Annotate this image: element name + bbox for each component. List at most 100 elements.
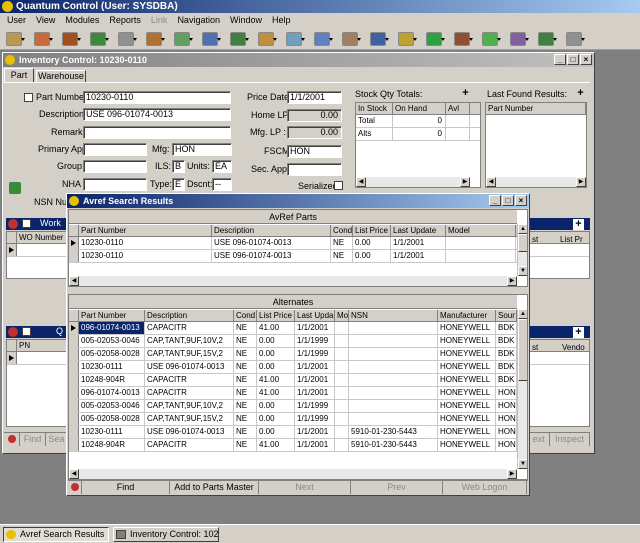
row-selector[interactable] <box>7 244 17 256</box>
row-selector[interactable] <box>69 335 79 347</box>
tab-warehouse[interactable]: Warehouse <box>36 70 86 82</box>
toolbar-tools-icon[interactable] <box>566 31 585 46</box>
toolbar-money-icon[interactable] <box>230 31 249 46</box>
pn-checkbox[interactable] <box>22 327 31 336</box>
mfg-field[interactable]: HON <box>172 143 232 156</box>
taskbar-avref-search[interactable]: Avref Search Results <box>3 526 109 542</box>
toolbar-invoice-icon[interactable] <box>398 31 417 46</box>
table-row[interactable]: 10230-0110 USE 096-01074-0013 NE 0.00 1/… <box>69 250 517 263</box>
row-selector[interactable] <box>69 426 79 438</box>
toolbar-doc-icon[interactable] <box>286 31 305 46</box>
table-row[interactable]: 10248-904R CAPACITR NE 41.00 1/1/2001 HONEYWE… <box>69 374 517 387</box>
toolbar-chart-icon[interactable] <box>202 31 221 46</box>
last-found-hscroll[interactable]: ◀ ▶ <box>486 177 586 187</box>
part-checkbox[interactable] <box>24 93 33 102</box>
table-row[interactable]: 005-02058-0028 CAP,TANT,9UF,15V,2 NE 0.00 1/… <box>69 348 517 361</box>
avref-vscroll[interactable]: ▲ ▼ <box>517 224 527 276</box>
toolbar-truck-icon[interactable] <box>314 31 333 46</box>
price-date-field[interactable]: 1/1/2001 <box>287 91 342 104</box>
row-selector[interactable] <box>69 387 79 399</box>
toolbar-report-icon[interactable] <box>510 31 529 46</box>
work-refresh-icon[interactable] <box>8 219 18 229</box>
type-field[interactable]: E <box>172 178 185 191</box>
toolbar-box-icon[interactable] <box>62 31 81 46</box>
row-selector[interactable] <box>69 322 79 334</box>
toolbar-crate-icon[interactable] <box>146 31 165 46</box>
minimize-button[interactable]: _ <box>489 195 501 206</box>
remarks-field[interactable] <box>83 126 231 139</box>
primary-app-field[interactable] <box>83 143 147 156</box>
table-row[interactable]: 005-02053-0046 CAP,TANT,9UF,10V,2 NE 0.00 1/… <box>69 400 517 413</box>
row-selector[interactable] <box>69 361 79 373</box>
inventory-find-button[interactable]: Find <box>20 433 46 446</box>
dscnt-field[interactable]: -- <box>212 178 232 191</box>
alternates-vscroll[interactable]: ▲ ▼ <box>517 309 527 469</box>
row-selector[interactable] <box>69 439 79 451</box>
menu-view[interactable]: View <box>31 13 60 28</box>
description-field[interactable]: USE 096-01074-0013 <box>83 108 231 121</box>
toolbar-parts-icon[interactable] <box>34 31 53 46</box>
close-button[interactable]: × <box>515 195 527 206</box>
web-logon-button[interactable]: Web Logon <box>443 481 527 494</box>
row-selector[interactable] <box>69 348 79 360</box>
stock-hscroll[interactable]: ◀ ▶ <box>356 177 470 187</box>
people-icon[interactable] <box>9 182 21 194</box>
maximize-button[interactable]: □ <box>567 54 579 65</box>
toolbar-folder-icon[interactable] <box>258 31 277 46</box>
table-row[interactable]: 005-02053-0046 CAP,TANT,9UF,10V,2 NE 0.00 1/… <box>69 335 517 348</box>
work-add-icon[interactable]: + <box>573 219 584 230</box>
sec-app-field[interactable] <box>287 163 342 176</box>
nha-field[interactable] <box>83 178 147 191</box>
inventory-next-button[interactable]: ext <box>528 433 550 446</box>
table-row[interactable]: 10248-904R CAPACITR NE 41.00 1/1/2001 5910-01… <box>69 439 517 452</box>
last-found-add-icon[interactable]: + <box>575 88 586 99</box>
alternates-hscroll[interactable]: ◀ ▶ <box>69 469 517 479</box>
toolbar-pin-icon[interactable] <box>538 31 557 46</box>
avref-next-button[interactable]: Next <box>259 481 351 494</box>
row-selector[interactable] <box>69 374 79 386</box>
tab-part[interactable]: Part <box>4 68 34 82</box>
row-selector[interactable] <box>7 352 17 364</box>
inventory-inspect-button[interactable]: Inspect <box>550 433 590 446</box>
table-row[interactable]: 10230-0110 USE 096-01074-0013 NE 0.00 1/… <box>69 237 517 250</box>
menu-reports[interactable]: Reports <box>104 13 146 28</box>
menu-link[interactable]: Link <box>146 13 173 28</box>
toolbar-contact-icon[interactable] <box>370 31 389 46</box>
inventory-search-button[interactable]: Sea <box>46 433 68 446</box>
toolbar-check-icon[interactable] <box>482 31 501 46</box>
table-row[interactable]: 096-01074-0013 CAPACITR NE 41.00 1/1/2001 HON… <box>69 387 517 400</box>
table-row[interactable]: 10230-0111 USE 096-01074-0013 NE 0.00 1/1/20… <box>69 361 517 374</box>
work-checkbox[interactable] <box>22 219 31 228</box>
toolbar-plane-icon[interactable] <box>174 31 193 46</box>
maximize-button[interactable]: □ <box>502 195 514 206</box>
stock-add-icon[interactable]: + <box>460 88 471 99</box>
menu-window[interactable]: Window <box>225 13 267 28</box>
pn-refresh-icon[interactable] <box>8 327 18 337</box>
part-number-field[interactable]: 10230-0110 <box>83 91 231 104</box>
avref-refresh-icon[interactable] <box>68 481 82 494</box>
toolbar-grid-icon[interactable] <box>426 31 445 46</box>
menu-navigation[interactable]: Navigation <box>172 13 225 28</box>
units-field[interactable]: EA <box>212 160 232 173</box>
menu-user[interactable]: User <box>2 13 31 28</box>
row-selector[interactable] <box>69 237 79 249</box>
close-button[interactable]: × <box>580 54 592 65</box>
toolbar-ship-icon[interactable] <box>342 31 361 46</box>
menu-help[interactable]: Help <box>267 13 296 28</box>
add-to-parts-master-button[interactable]: Add to Parts Master <box>170 481 259 494</box>
toolbar-repair-icon[interactable] <box>454 31 473 46</box>
pn-add-icon[interactable]: + <box>573 327 584 338</box>
table-row[interactable]: Alts 0 <box>356 128 480 141</box>
fscm-field[interactable]: HON <box>287 145 342 158</box>
toolbar-tool-icon[interactable] <box>90 31 109 46</box>
toolbar-user-icon[interactable] <box>6 31 25 46</box>
table-row[interactable]: 10230-0111 USE 096-01074-0013 NE 0.00 1/1/20… <box>69 426 517 439</box>
avref-hscroll[interactable]: ◀ ▶ <box>69 276 517 286</box>
toolbar-wrench-icon[interactable] <box>118 31 137 46</box>
table-row[interactable]: Total 0 <box>356 115 480 128</box>
table-row[interactable]: 005-02058-0028 CAP,TANT,9UF,15V,2 NE 0.00 1/… <box>69 413 517 426</box>
group-field[interactable] <box>83 160 147 173</box>
ils-field[interactable]: B <box>172 160 185 173</box>
table-row[interactable]: 096-01074-0013 CAPACITR NE 41.00 1/1/2001 HON… <box>69 322 517 335</box>
avref-find-button[interactable]: Find <box>82 481 170 494</box>
